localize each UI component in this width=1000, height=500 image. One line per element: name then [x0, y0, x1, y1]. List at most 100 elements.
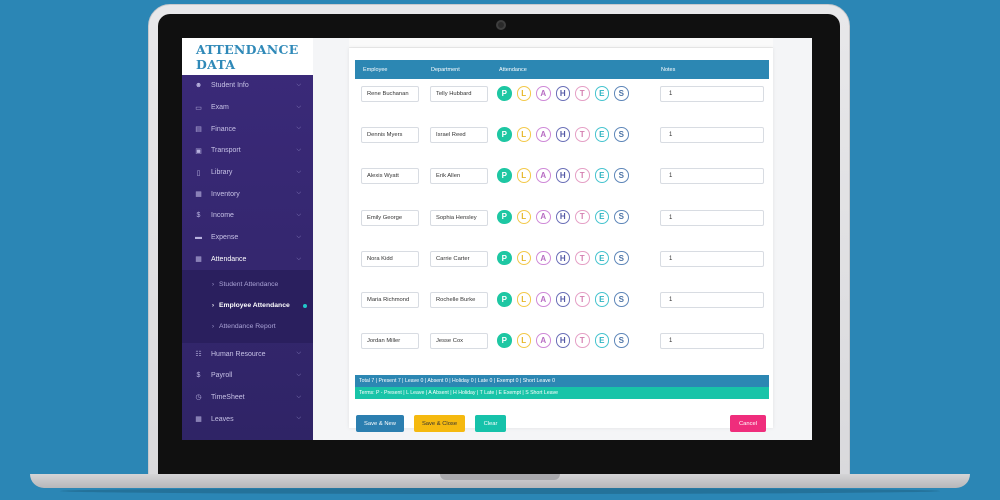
notes-input[interactable]: 1 [660, 333, 764, 350]
employee-field[interactable]: Dennis Myers [361, 127, 419, 144]
attendance-option-h[interactable]: H [555, 127, 570, 142]
attendance-option-s[interactable]: S [614, 127, 629, 142]
clear-button[interactable]: Clear [475, 415, 506, 432]
notes-input[interactable]: 1 [660, 209, 764, 226]
attendance-options: PLAHTES [497, 127, 634, 143]
attendance-option-p[interactable]: P [497, 127, 512, 142]
attendance-option-t[interactable]: T [575, 333, 590, 348]
save-new-button[interactable]: Save & New [356, 415, 404, 432]
sidebar-item-inventory[interactable]: ▦ Inventory ⌵ [182, 183, 313, 205]
submenu-item-employee-attendance[interactable]: › Employee Attendance [182, 295, 313, 316]
cancel-button[interactable]: Cancel [730, 415, 766, 432]
attendance-option-p[interactable]: P [497, 209, 512, 225]
attendance-option-s[interactable]: S [614, 86, 629, 101]
camera-icon [496, 20, 506, 30]
attendance-option-e[interactable]: E [594, 333, 609, 348]
attendance-option-e[interactable]: E [594, 292, 609, 307]
attendance-option-s[interactable]: S [614, 168, 629, 183]
notes-input[interactable]: 1 [660, 127, 764, 144]
department-field[interactable]: Israel Reed [430, 127, 488, 144]
chevron-down-icon: ⌵ [296, 82, 301, 88]
department-field[interactable]: Telly Hubbard [430, 86, 488, 102]
attendance-option-l[interactable]: L [516, 333, 531, 348]
sidebar-item-transport[interactable]: ▣ Transport ⌵ [182, 140, 313, 162]
attendance-option-l[interactable]: L [516, 209, 531, 225]
attendance-option-s[interactable]: S [614, 292, 629, 307]
attendance-option-t[interactable]: T [575, 209, 590, 225]
attendance-option-h[interactable]: H [555, 209, 570, 225]
attendance-option-a[interactable]: A [536, 333, 551, 348]
money-icon: ▤ [195, 126, 202, 134]
attendance-option-t[interactable]: T [575, 250, 590, 266]
sidebar-item-timesheet[interactable]: ◷ TimeSheet ⌵ [182, 387, 313, 409]
sidebar-item-expense[interactable]: ▬ Expense ⌵ [182, 227, 313, 249]
submenu-item-attendance-report[interactable]: › Attendance Report [182, 316, 313, 337]
submenu-item-student-attendance[interactable]: › Student Attendance [182, 274, 313, 295]
employee-field[interactable]: Alexis Wyatt [361, 168, 419, 185]
employee-field[interactable]: Nora Kidd [361, 250, 419, 267]
attendance-option-a[interactable]: A [536, 168, 551, 183]
attendance-option-h[interactable]: H [555, 250, 570, 266]
card-icon: ▬ [195, 234, 202, 242]
sidebar-item-leaves[interactable]: ▦ Leaves ⌵ [182, 408, 313, 430]
department-field[interactable]: Carrie Carter [430, 250, 488, 267]
attendance-option-e[interactable]: E [594, 168, 609, 183]
attendance-option-s[interactable]: S [614, 209, 629, 225]
dollar-icon: $ [196, 212, 201, 220]
chevron-down-icon: ⌵ [296, 212, 301, 219]
brand-logo[interactable]: ATTENDANCE DATA [182, 38, 313, 75]
attendance-option-l[interactable]: L [516, 168, 531, 183]
employee-field[interactable]: Rene Buchanan [361, 86, 419, 102]
notes-input[interactable]: 1 [660, 86, 764, 102]
attendance-option-s[interactable]: S [614, 333, 629, 348]
attendance-option-h[interactable]: H [555, 292, 570, 307]
sidebar-item-human-resource[interactable]: ☷ Human Resource ⌵ [182, 343, 313, 365]
attendance-option-e[interactable]: E [594, 86, 609, 101]
attendance-option-t[interactable]: T [575, 292, 590, 307]
department-field[interactable]: Jesse Cox [430, 333, 488, 350]
attendance-option-h[interactable]: H [555, 168, 570, 183]
notes-input[interactable]: 1 [660, 168, 764, 185]
attendance-option-e[interactable]: E [594, 209, 609, 225]
attendance-option-p[interactable]: P [497, 86, 512, 101]
attendance-option-p[interactable]: P [497, 333, 512, 348]
sidebar-item-exam[interactable]: ▭ Exam ⌵ [182, 97, 313, 119]
attendance-option-p[interactable]: P [497, 292, 512, 307]
attendance-option-a[interactable]: A [536, 209, 551, 225]
attendance-option-a[interactable]: A [536, 292, 551, 307]
attendance-option-s[interactable]: S [614, 250, 629, 266]
attendance-option-l[interactable]: L [516, 86, 531, 101]
calendar-icon: ▦ [195, 256, 202, 264]
employee-field[interactable]: Emily George [361, 209, 419, 226]
sidebar-item-library[interactable]: ▯ Library ⌵ [182, 162, 313, 184]
attendance-option-t[interactable]: T [575, 86, 590, 101]
attendance-option-a[interactable]: A [536, 250, 551, 266]
save-close-button[interactable]: Save & Close [414, 415, 465, 432]
department-field[interactable]: Sophia Hensley [430, 209, 488, 226]
attendance-option-l[interactable]: L [516, 250, 531, 266]
sidebar-item-payroll[interactable]: $ Payroll ⌵ [182, 365, 313, 387]
attendance-option-l[interactable]: L [516, 292, 531, 307]
attendance-option-p[interactable]: P [497, 168, 512, 183]
notes-input[interactable]: 1 [660, 250, 764, 267]
sidebar-item-income[interactable]: $ Income ⌵ [182, 205, 313, 227]
sidebar-item-label: Transport [211, 147, 241, 155]
attendance-option-a[interactable]: A [536, 127, 551, 142]
notes-input[interactable]: 1 [660, 292, 764, 308]
attendance-option-l[interactable]: L [516, 127, 531, 142]
attendance-option-t[interactable]: T [575, 127, 590, 142]
employee-field[interactable]: Jordan Miller [361, 333, 419, 350]
attendance-option-e[interactable]: E [594, 250, 609, 266]
sidebar-item-attendance[interactable]: ▦ Attendance ⌵ [182, 248, 313, 271]
attendance-option-h[interactable]: H [555, 86, 570, 101]
employee-field[interactable]: Maria Richmond [361, 292, 419, 308]
attendance-option-t[interactable]: T [575, 168, 590, 183]
sidebar-item-student-info[interactable]: ☻ Student Info ⌵ [182, 75, 313, 97]
department-field[interactable]: Rochelle Burke [430, 292, 488, 308]
attendance-option-p[interactable]: P [497, 250, 512, 266]
attendance-option-e[interactable]: E [594, 127, 609, 142]
department-field[interactable]: Erik Allen [430, 168, 488, 185]
attendance-option-a[interactable]: A [536, 86, 551, 101]
attendance-option-h[interactable]: H [555, 333, 570, 348]
sidebar-item-finance[interactable]: ▤ Finance ⌵ [182, 118, 313, 140]
